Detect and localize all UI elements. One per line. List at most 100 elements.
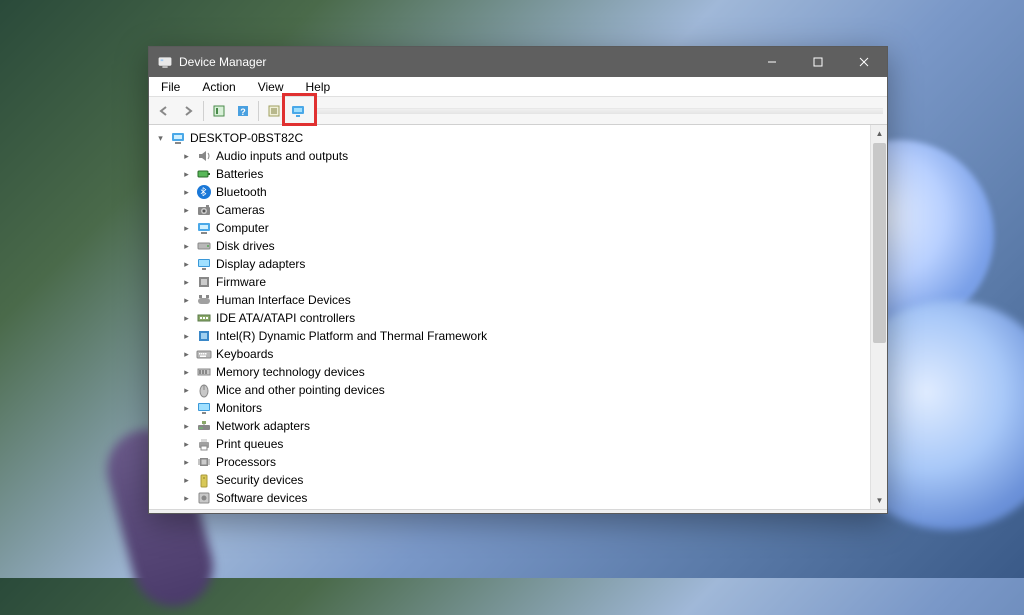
expander-icon[interactable]: ▸ — [181, 331, 192, 342]
tree-item-label: Firmware — [216, 275, 266, 289]
tree-item[interactable]: ▸ Display adapters — [153, 255, 870, 273]
back-button[interactable] — [153, 100, 175, 122]
expander-icon[interactable]: ▸ — [181, 295, 192, 306]
statusbar — [149, 509, 887, 513]
network-icon — [196, 418, 212, 434]
expander-icon[interactable]: ▸ — [181, 205, 192, 216]
software-icon — [196, 490, 212, 506]
memory-icon — [196, 364, 212, 380]
tree-item[interactable]: ▸ Software devices — [153, 489, 870, 507]
tree-item[interactable]: ▸ Processors — [153, 453, 870, 471]
titlebar[interactable]: Device Manager — [149, 47, 887, 77]
tree-item[interactable]: ▸IDE ATA/ATAPI controllers — [153, 309, 870, 327]
tree-item[interactable]: ▸Cameras — [153, 201, 870, 219]
toolbar: ? — [149, 97, 887, 125]
mouse-icon — [196, 382, 212, 398]
scroll-down-button[interactable]: ▼ — [871, 492, 887, 509]
tree-item-label: Batteries — [216, 167, 263, 181]
expander-icon[interactable]: ▸ — [181, 439, 192, 450]
tree-item-label: Computer — [216, 221, 269, 235]
tree-item[interactable]: ▸ Disk drives — [153, 237, 870, 255]
tree-item-label: Intel(R) Dynamic Platform and Thermal Fr… — [216, 329, 487, 343]
minimize-button[interactable] — [749, 47, 795, 77]
firmware-icon — [196, 274, 212, 290]
content-area: ▾ DESKTOP-0BST82C ▸Audio inputs and output… — [149, 125, 887, 509]
camera-icon — [196, 202, 212, 218]
tree-item[interactable]: ▸ Print queues — [153, 435, 870, 453]
menu-action[interactable]: Action — [196, 79, 241, 95]
help-button[interactable]: ? — [232, 100, 254, 122]
hid-icon — [196, 292, 212, 308]
keyboard-icon — [196, 346, 212, 362]
expander-icon[interactable]: ▸ — [181, 493, 192, 504]
intel-icon — [196, 328, 212, 344]
tree-item[interactable]: ▸ Network adapters — [153, 417, 870, 435]
tree-item-label: Network adapters — [216, 419, 310, 433]
menu-view[interactable]: View — [252, 79, 290, 95]
tree-item-label: Print queues — [216, 437, 283, 451]
tree-item-label: Keyboards — [216, 347, 273, 361]
menu-help[interactable]: Help — [300, 79, 337, 95]
expander-icon[interactable]: ▸ — [181, 313, 192, 324]
forward-button[interactable] — [177, 100, 199, 122]
expander-icon[interactable]: ▸ — [181, 457, 192, 468]
tree-item-label: Memory technology devices — [216, 365, 365, 379]
vertical-scrollbar[interactable]: ▲ ▼ — [870, 125, 887, 509]
close-button[interactable] — [841, 47, 887, 77]
expander-icon[interactable]: ▸ — [181, 187, 192, 198]
expander-icon[interactable]: ▸ — [181, 223, 192, 234]
properties-button[interactable] — [263, 100, 285, 122]
device-manager-window: Device Manager File Action View Help ? ▾… — [148, 46, 888, 514]
expander-icon[interactable]: ▸ — [181, 385, 192, 396]
scan-hardware-button[interactable] — [287, 100, 309, 122]
svg-text:?: ? — [240, 107, 246, 117]
expander-icon[interactable]: ▸ — [181, 259, 192, 270]
expander-icon[interactable]: ▸ — [181, 367, 192, 378]
expander-icon[interactable]: ▾ — [155, 133, 166, 144]
printer-icon — [196, 436, 212, 452]
tree-item-label: Software devices — [216, 491, 307, 505]
expander-icon[interactable]: ▸ — [181, 421, 192, 432]
tree-item-label: Disk drives — [216, 239, 275, 253]
tree-item[interactable]: ▸ Keyboards — [153, 345, 870, 363]
tree-root-label: DESKTOP-0BST82C — [190, 131, 303, 145]
window-title: Device Manager — [179, 55, 266, 69]
expander-icon[interactable]: ▸ — [181, 169, 192, 180]
expander-icon[interactable]: ▸ — [181, 277, 192, 288]
app-icon — [157, 54, 173, 70]
show-hide-console-button[interactable] — [208, 100, 230, 122]
tree-item[interactable]: ▸ Memory technology devices — [153, 363, 870, 381]
scroll-thumb[interactable] — [873, 143, 886, 343]
toolbar-separator — [258, 101, 259, 121]
expander-icon[interactable]: ▸ — [181, 349, 192, 360]
tree-item[interactable]: ▸Mice and other pointing devices — [153, 381, 870, 399]
battery-icon — [196, 166, 212, 182]
monitor-icon — [196, 400, 212, 416]
device-tree[interactable]: ▾ DESKTOP-0BST82C ▸Audio inputs and output… — [149, 125, 870, 509]
expander-icon[interactable]: ▸ — [181, 475, 192, 486]
menu-file[interactable]: File — [155, 79, 186, 95]
tree-item[interactable]: ▸ Batteries — [153, 165, 870, 183]
tree-item[interactable]: ▸Audio inputs and outputs — [153, 147, 870, 165]
bluetooth-icon — [196, 184, 212, 200]
tree-item-label: Display adapters — [216, 257, 305, 271]
tree-item[interactable]: ▸ Intel(R) Dynamic Platform and Thermal F… — [153, 327, 870, 345]
tree-item-label: Security devices — [216, 473, 303, 487]
tree-item[interactable]: ▸Human Interface Devices — [153, 291, 870, 309]
maximize-button[interactable] — [795, 47, 841, 77]
expander-icon[interactable]: ▸ — [181, 151, 192, 162]
tree-item-label: Monitors — [216, 401, 262, 415]
tree-root-node[interactable]: ▾ DESKTOP-0BST82C — [153, 129, 870, 147]
cpu-icon — [196, 454, 212, 470]
tree-item[interactable]: ▸ Computer — [153, 219, 870, 237]
tree-item-label: Processors — [216, 455, 276, 469]
security-icon — [196, 472, 212, 488]
expander-icon[interactable]: ▸ — [181, 241, 192, 252]
tree-item[interactable]: ▸ Security devices — [153, 471, 870, 489]
toolbar-track — [317, 108, 883, 114]
scroll-up-button[interactable]: ▲ — [871, 125, 887, 142]
tree-item[interactable]: ▸Bluetooth — [153, 183, 870, 201]
tree-item[interactable]: ▸ Monitors — [153, 399, 870, 417]
tree-item[interactable]: ▸ Firmware — [153, 273, 870, 291]
expander-icon[interactable]: ▸ — [181, 403, 192, 414]
